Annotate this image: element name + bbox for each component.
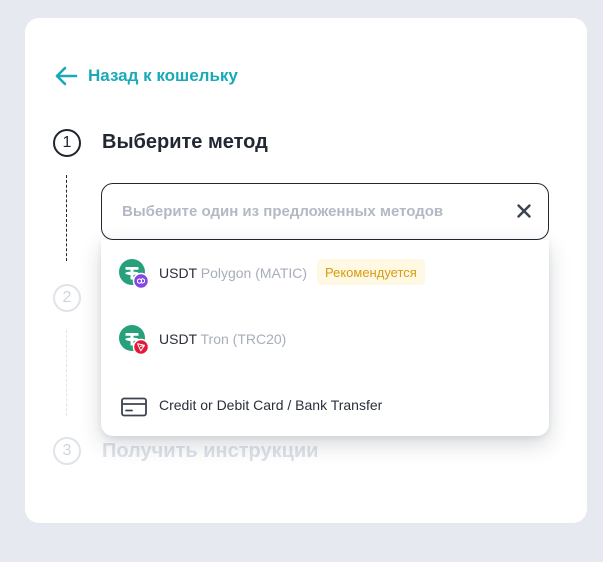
- method-dropdown: USDT Polygon (MATIC) Рекомендуется USDT …: [101, 240, 549, 436]
- tether-tron-icon: [119, 325, 149, 355]
- recommended-badge: Рекомендуется: [317, 259, 425, 285]
- back-to-wallet-link[interactable]: Назад к кошельку: [54, 64, 238, 88]
- tether-polygon-icon: [119, 259, 149, 289]
- step-2-indicator: 2: [53, 284, 81, 312]
- step-connector-2: [66, 330, 67, 416]
- method-select[interactable]: Выберите один из предложенных методов: [101, 183, 549, 240]
- option-card-bank[interactable]: Credit or Debit Card / Bank Transfer: [101, 375, 549, 435]
- back-label: Назад к кошельку: [88, 66, 238, 85]
- method-select-placeholder: Выберите один из предложенных методов: [122, 203, 444, 220]
- option-usdt-tron[interactable]: USDT Tron (TRC20): [101, 309, 549, 369]
- coin-name: USDT: [159, 331, 197, 347]
- step-3-title: Получить инструкции: [102, 440, 319, 462]
- option-label: Credit or Debit Card / Bank Transfer: [159, 397, 383, 413]
- step-1-title: Выберите метод: [102, 131, 268, 153]
- arrow-left-icon: [55, 66, 78, 86]
- credit-card-icon: [121, 397, 147, 417]
- network-name: Polygon (MATIC): [200, 265, 308, 281]
- option-label: USDT Polygon (MATIC): [159, 265, 307, 281]
- network-name: Tron (TRC20): [200, 331, 287, 347]
- step-1-indicator: 1: [53, 129, 81, 157]
- close-icon[interactable]: [514, 201, 534, 221]
- coin-name: USDT: [159, 265, 197, 281]
- step-3-indicator: 3: [53, 437, 81, 465]
- option-label: USDT Tron (TRC20): [159, 331, 286, 347]
- step-connector-1: [66, 175, 67, 261]
- option-usdt-polygon[interactable]: USDT Polygon (MATIC) Рекомендуется: [101, 243, 549, 303]
